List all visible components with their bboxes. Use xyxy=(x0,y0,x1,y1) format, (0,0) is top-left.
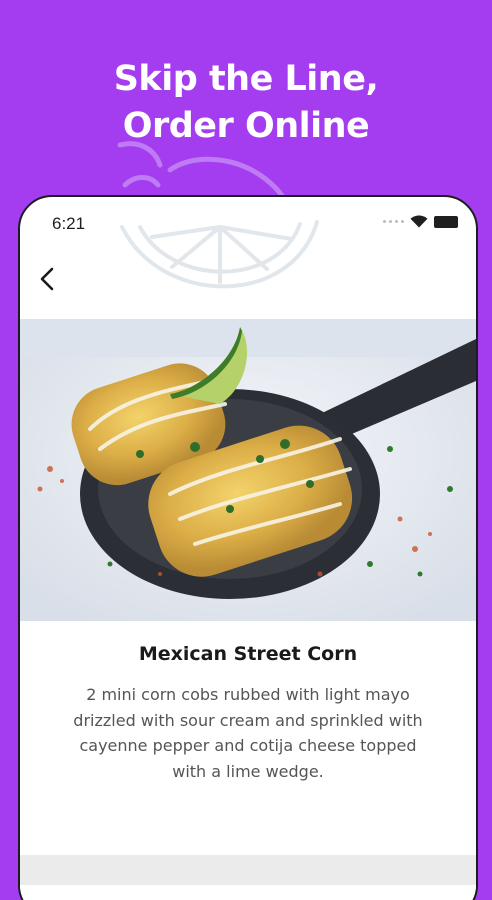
battery-icon xyxy=(434,215,458,228)
wifi-icon xyxy=(410,215,428,228)
footer-panel xyxy=(20,885,476,900)
status-time: 6:21 xyxy=(52,214,86,233)
item-title: Mexican Street Corn xyxy=(138,643,358,665)
promo-screen: Skip the Line, Order Online 6:21 Mexican… xyxy=(0,0,492,900)
item-photo xyxy=(20,319,476,621)
promo-headline: Skip the Line, Order Online xyxy=(0,56,492,150)
status-bar: 6:21 xyxy=(20,197,476,255)
back-chevron-icon[interactable] xyxy=(34,265,62,293)
item-description: 2 mini corn cobs rubbed with light mayo … xyxy=(73,685,423,781)
headline-line-1: Skip the Line, xyxy=(113,59,379,99)
signal-dots-icon xyxy=(383,220,404,223)
headline-line-2: Order Online xyxy=(122,106,370,146)
status-icons xyxy=(383,215,458,228)
footer-divider xyxy=(20,855,476,885)
phone-frame: 6:21 Mexican Street Corn 2 mini corn cob… xyxy=(18,195,478,900)
